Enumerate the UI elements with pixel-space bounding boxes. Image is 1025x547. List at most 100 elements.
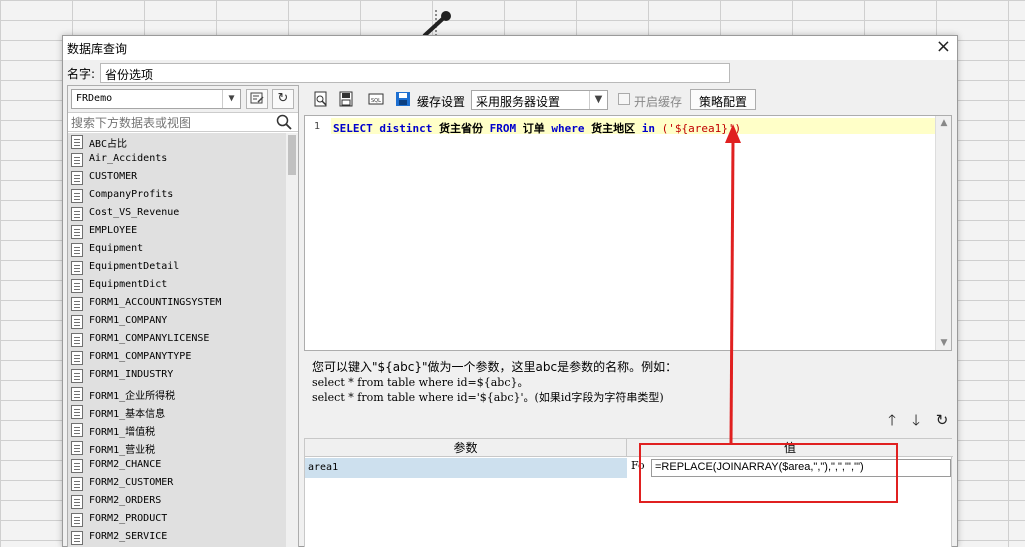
search-bar bbox=[68, 112, 298, 132]
table-icon bbox=[71, 477, 83, 491]
preview-icon[interactable] bbox=[312, 90, 330, 108]
table-list-item[interactable]: FORM2_CUSTOMER bbox=[68, 475, 286, 493]
table-list-item[interactable]: CompanyProfits bbox=[68, 187, 286, 205]
table-name: FORM2_SERVICE bbox=[89, 531, 168, 542]
table-name: Equipment bbox=[89, 243, 144, 254]
datasource-select[interactable]: FRDemo ▼ bbox=[71, 89, 241, 109]
hint-line-2: select * from table where id=${abc}。 bbox=[312, 376, 529, 389]
table-list-item[interactable]: EquipmentDetail bbox=[68, 259, 286, 277]
table-list-item[interactable]: FORM1_企业所得税 bbox=[68, 385, 286, 403]
table-icon bbox=[71, 243, 83, 257]
table-icon bbox=[71, 207, 83, 221]
name-input[interactable]: 省份选项 bbox=[100, 63, 730, 83]
search-icon[interactable] bbox=[276, 114, 292, 130]
kw-select: SELECT bbox=[333, 122, 373, 135]
strategy-config-button[interactable]: 策略配置 bbox=[690, 89, 757, 110]
table-list-item[interactable]: FORM2_CHANCE bbox=[68, 457, 286, 475]
table-list-item[interactable]: CUSTOMER bbox=[68, 169, 286, 187]
table-icon bbox=[71, 513, 83, 527]
table-icon bbox=[71, 225, 83, 239]
table-name: FORM2_PRODUCT bbox=[89, 513, 168, 524]
table-list-item[interactable]: Equipment bbox=[68, 241, 286, 259]
scrollbar-thumb[interactable] bbox=[288, 135, 296, 175]
table-list-item[interactable]: FORM2_PRODUCT bbox=[68, 511, 286, 529]
sql-column-2: 货主地区 bbox=[591, 122, 636, 135]
table-name: CompanyProfits bbox=[89, 189, 174, 200]
table-name: FORM2_CHANCE bbox=[89, 459, 162, 470]
param-name-cell[interactable]: area1 bbox=[305, 458, 627, 478]
sql-code[interactable]: SELECT distinct 货主省份 FROM 订单 where 货主地区 … bbox=[333, 120, 741, 136]
table-list-item[interactable]: FORM1_COMPANYTYPE bbox=[68, 349, 286, 367]
kw-where: where bbox=[551, 122, 585, 135]
close-icon[interactable]: × bbox=[936, 37, 951, 57]
edit-datasource-icon[interactable] bbox=[246, 89, 268, 109]
param-column-header: 参数 bbox=[305, 439, 627, 457]
search-input[interactable] bbox=[71, 115, 271, 131]
table-name: FORM1_营业税 bbox=[89, 445, 156, 456]
table-list-item[interactable]: FORM1_COMPANYLICENSE bbox=[68, 331, 286, 349]
table-icon bbox=[71, 261, 83, 275]
table-icon bbox=[71, 495, 83, 509]
move-down-icon[interactable]: 🡓 bbox=[906, 410, 926, 430]
table-name: FORM1_基本信息 bbox=[89, 409, 166, 420]
sql-argument: ('${area1}') bbox=[661, 122, 742, 135]
parameter-hint: 您可以键入"${abc}"做为一个参数，这里abc是参数的名称。例如： sele… bbox=[312, 360, 677, 405]
kw-from: FROM bbox=[489, 122, 517, 135]
table-list-item[interactable]: FORM1_增值税 bbox=[68, 421, 286, 439]
scroll-up-icon[interactable]: ▲ bbox=[936, 118, 952, 128]
table-name: FORM1_增值税 bbox=[89, 427, 156, 438]
table-list-item[interactable]: FORM1_基本信息 bbox=[68, 403, 286, 421]
table-list-scrollbar[interactable] bbox=[286, 133, 298, 547]
table-icon bbox=[71, 459, 83, 473]
table-list-item[interactable]: FORM1_ACCOUNTINGSYSTEM bbox=[68, 295, 286, 313]
sql-editor[interactable]: 1 SELECT distinct 货主省份 FROM 订单 where 货主地… bbox=[304, 115, 952, 351]
datasource-selected: FRDemo bbox=[76, 93, 113, 104]
table-list-item[interactable]: FORM2_ORDERS bbox=[68, 493, 286, 511]
svg-text:SQL: SQL bbox=[371, 98, 381, 104]
pencil-icon bbox=[422, 10, 451, 38]
table-name: EquipmentDetail bbox=[89, 261, 180, 272]
cache-settings-icon[interactable] bbox=[394, 90, 412, 108]
sql-icon[interactable]: SQL bbox=[367, 90, 385, 108]
table-name: ABC占比 bbox=[89, 139, 128, 150]
table-icon bbox=[71, 189, 83, 203]
sql-table: 订单 bbox=[522, 122, 545, 135]
table-list-item[interactable]: FORM1_COMPANY bbox=[68, 313, 286, 331]
cache-mode-select[interactable]: 采用服务器设置 ▼ bbox=[471, 90, 608, 110]
table-list-item[interactable]: FORM2_SERVICE bbox=[68, 529, 286, 547]
save-icon[interactable] bbox=[337, 90, 355, 108]
chevron-down-icon[interactable]: ▼ bbox=[222, 90, 240, 108]
datasource-row: FRDemo ▼ ↻ bbox=[68, 86, 298, 112]
cache-mode-value: 采用服务器设置 bbox=[476, 95, 561, 109]
refresh-params-icon[interactable]: ↻ bbox=[932, 410, 952, 430]
table-list-item[interactable]: FORM1_营业税 bbox=[68, 439, 286, 457]
table-list-item[interactable]: EMPLOYEE bbox=[68, 223, 286, 241]
enable-cache-checkbox[interactable] bbox=[618, 93, 630, 105]
cache-settings-label[interactable]: 缓存设置 bbox=[417, 93, 465, 110]
chevron-down-icon[interactable]: ▼ bbox=[589, 91, 607, 109]
table-list-item[interactable]: FORM1_INDUSTRY bbox=[68, 367, 286, 385]
hint-line-3: select * from table where id='${abc}'。(如… bbox=[312, 391, 664, 404]
table-icon bbox=[71, 351, 83, 365]
table-list-item[interactable]: ABC占比 bbox=[68, 133, 286, 151]
datasource-panel: FRDemo ▼ ↻ ABC占比 Air_Accidents CUSTOMER Com… bbox=[67, 85, 299, 547]
refresh-icon[interactable]: ↻ bbox=[272, 89, 294, 109]
scroll-down-icon[interactable]: ▼ bbox=[936, 338, 952, 348]
table-icon bbox=[71, 423, 83, 437]
name-row: 名字: 省份选项 bbox=[63, 62, 957, 84]
table-icon bbox=[71, 369, 83, 383]
table-icon bbox=[71, 441, 83, 455]
kw-distinct: distinct bbox=[379, 122, 433, 135]
table-list-item[interactable]: Air_Accidents bbox=[68, 151, 286, 169]
move-up-icon[interactable]: 🡑 bbox=[882, 410, 902, 430]
table-icon bbox=[71, 333, 83, 347]
editor-scrollbar[interactable]: ▲ ▼ bbox=[935, 116, 951, 350]
table-name: FORM1_COMPANYLICENSE bbox=[89, 333, 210, 344]
name-label: 名字: bbox=[67, 67, 96, 81]
table-icon bbox=[71, 387, 83, 401]
dialog-title: 数据库查询 bbox=[67, 42, 128, 56]
sql-column: 货主省份 bbox=[438, 122, 483, 135]
table-list-item[interactable]: Cost_VS_Revenue bbox=[68, 205, 286, 223]
table-list-item[interactable]: EquipmentDict bbox=[68, 277, 286, 295]
table-icon bbox=[71, 153, 83, 167]
